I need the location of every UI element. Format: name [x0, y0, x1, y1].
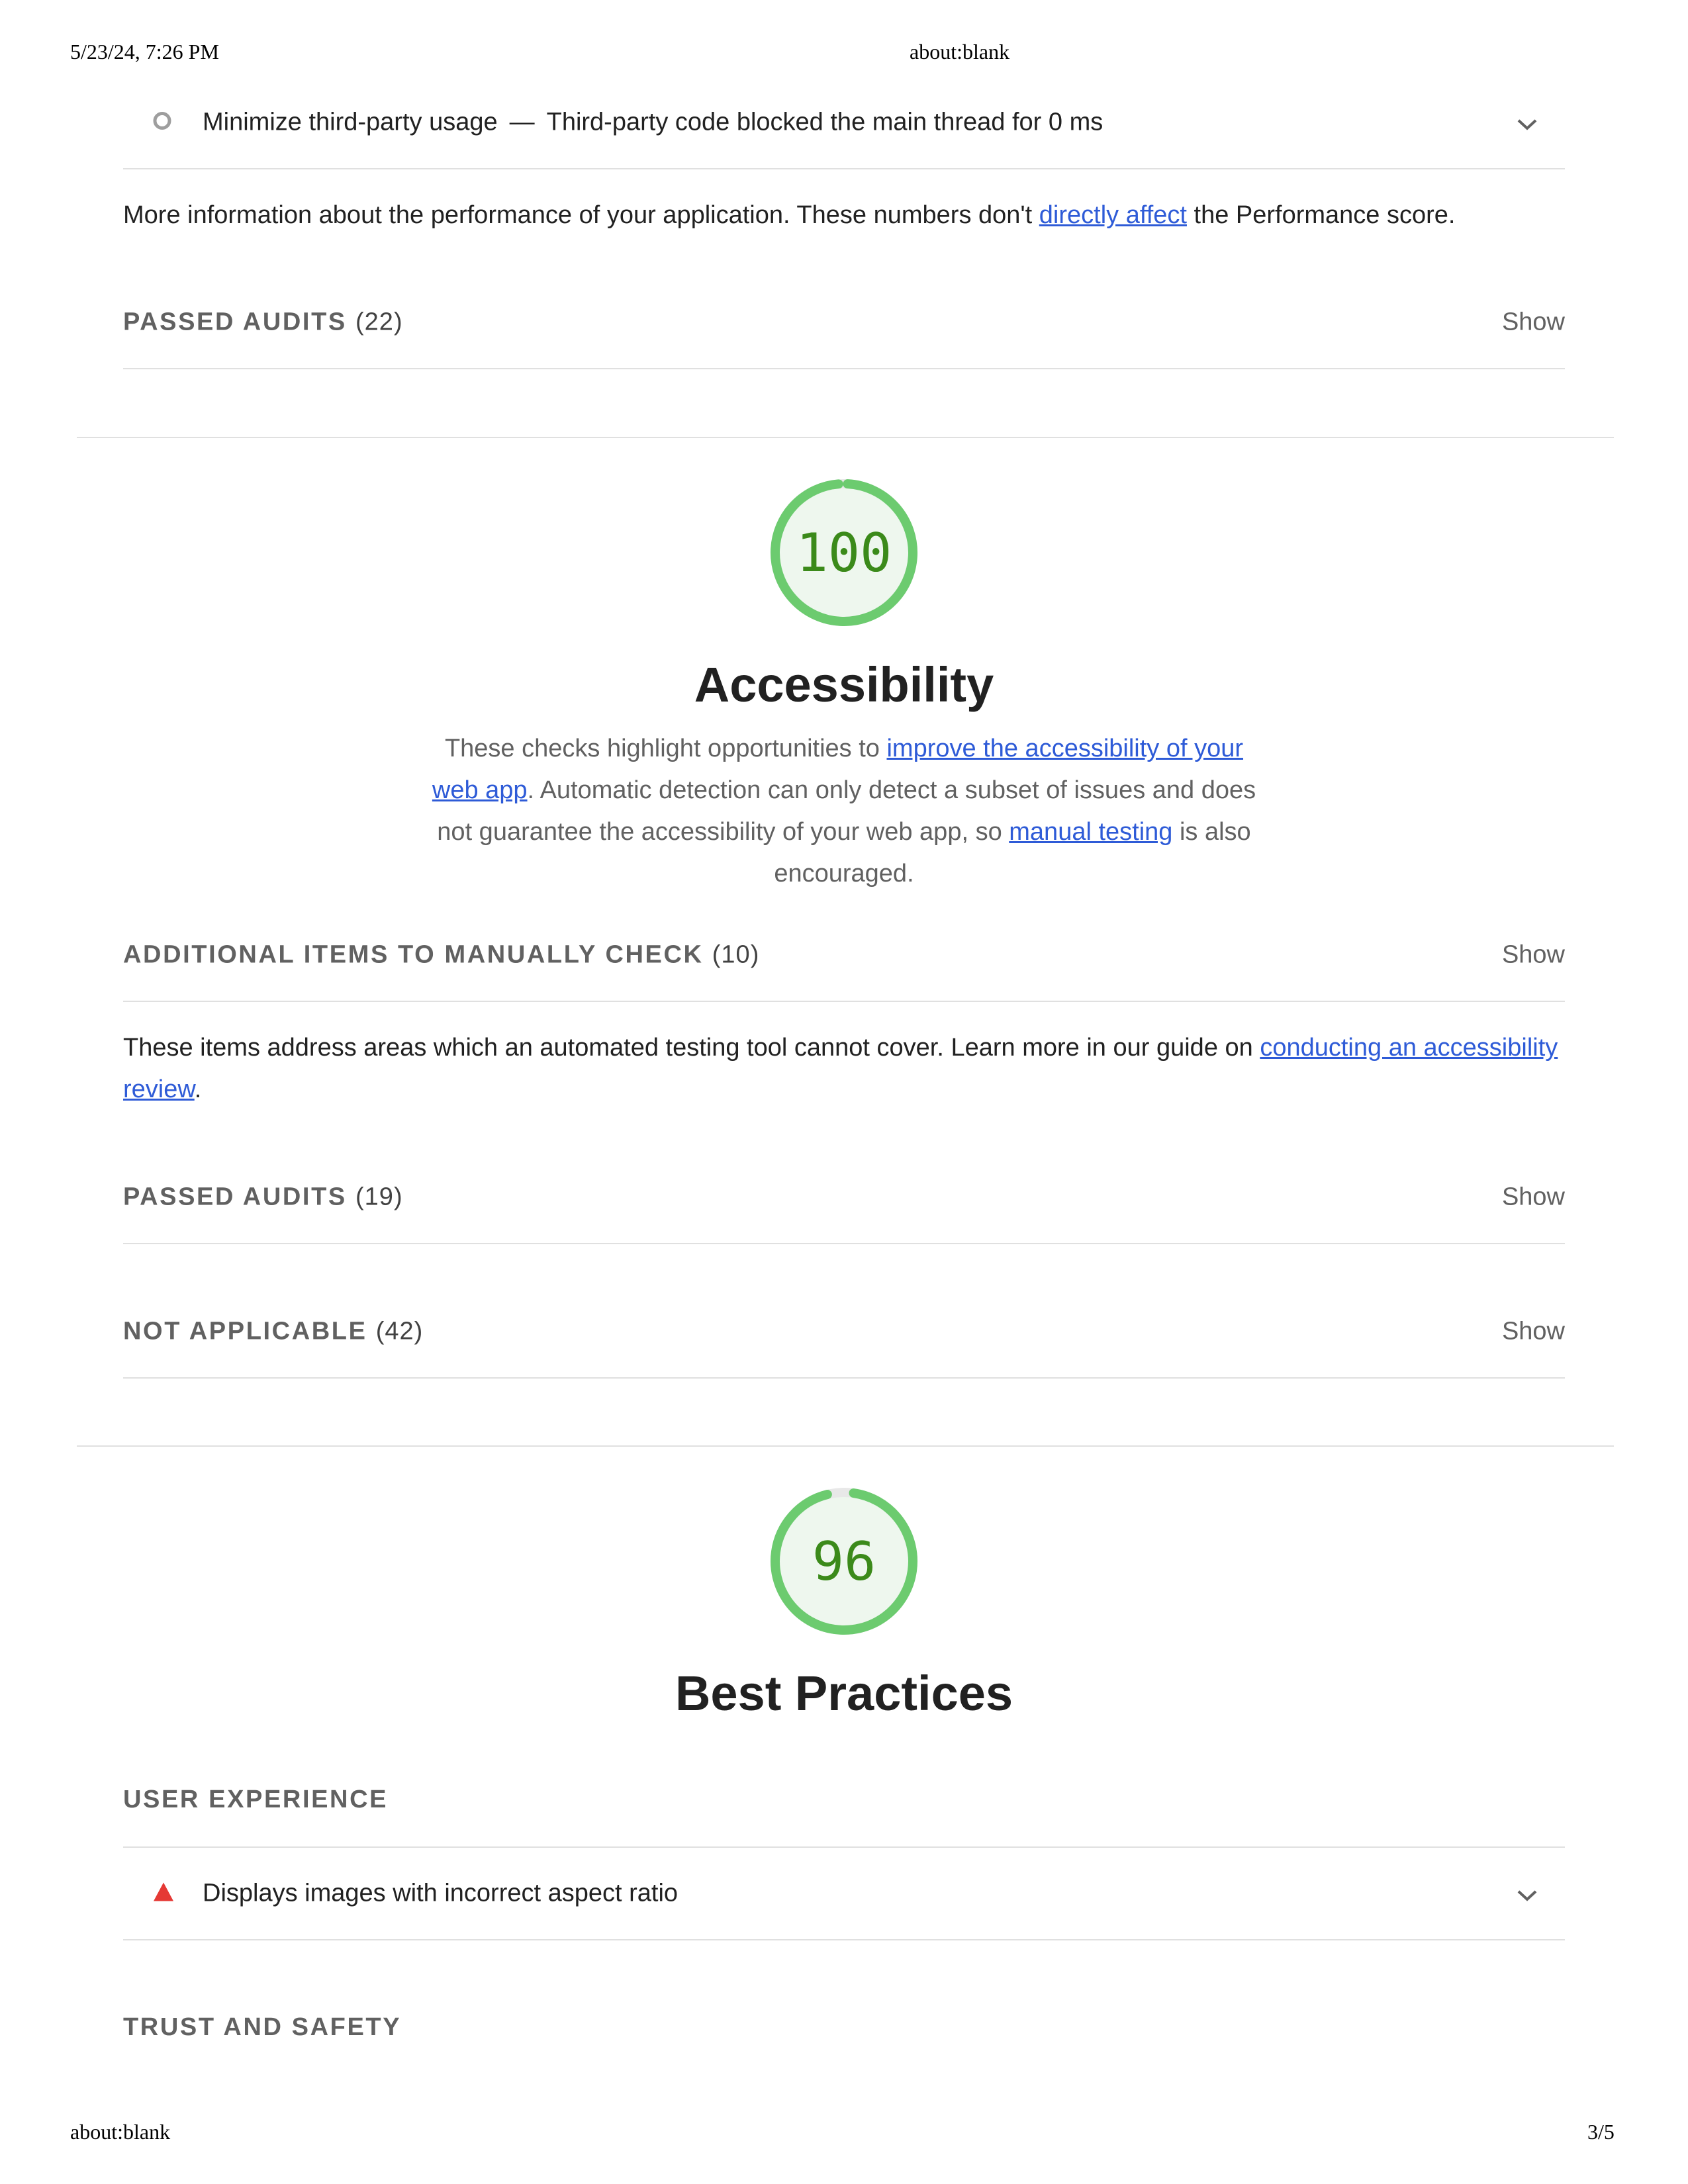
chevron-down-icon[interactable] [1516, 117, 1538, 135]
manual-check-note: These items address areas which an autom… [123, 1027, 1566, 1111]
category-divider [77, 437, 1614, 438]
manual-note-text-end: . [194, 1075, 202, 1103]
show-toggle[interactable]: Show [1502, 308, 1565, 337]
manual-note-text: These items address areas which an autom… [123, 1034, 1260, 1062]
category-divider [77, 1445, 1614, 1447]
category-title-accessibility: Accessibility [694, 657, 994, 712]
manual-check-group[interactable]: Additional items to manually check (10) … [123, 909, 1565, 1002]
category-title-best-practices: Best Practices [675, 1666, 1013, 1721]
audit-image-aspect-ratio[interactable]: Displays images with incorrect aspect ra… [123, 1848, 1565, 1940]
audit-display-value: Third-party code blocked the main thread… [546, 108, 1103, 136]
diagnostics-note: More information about the performance o… [123, 195, 1566, 236]
group-count: (10) [712, 940, 760, 969]
diagnostics-note-text: More information about the performance o… [123, 201, 1039, 229]
manual-testing-link[interactable]: manual testing [1009, 818, 1172, 846]
group-count: (42) [375, 1317, 424, 1345]
description-text: These checks highlight opportunities to [444, 735, 887, 762]
group-title: Additional items to manually check [123, 940, 704, 969]
group-title-trust-and-safety: Trust and safety [123, 2013, 402, 2041]
not-applicable-group[interactable]: Not applicable (42) Show [123, 1286, 1565, 1379]
best-practices-gauge[interactable]: 96 [769, 1486, 919, 1636]
fail-triangle-icon [152, 1882, 175, 1906]
chevron-down-icon[interactable] [1516, 1888, 1538, 1906]
gauge-score: 100 [796, 522, 892, 584]
gauge-score: 96 [812, 1530, 876, 1592]
audit-third-party-usage[interactable]: Minimize third-party usage — Third-party c… [123, 77, 1565, 169]
a11y-passed-audits-group[interactable]: Passed audits (19) Show [123, 1152, 1565, 1244]
show-toggle[interactable]: Show [1502, 1318, 1565, 1346]
audit-title: Minimize third-party usage [203, 108, 498, 136]
print-footer-url: about:blank [70, 2120, 171, 2144]
group-count: (19) [355, 1183, 403, 1211]
accessibility-description: These checks highlight opportunities to … [427, 728, 1261, 895]
accessibility-gauge[interactable]: 100 [769, 478, 919, 627]
neutral-circle-icon [152, 111, 172, 134]
print-page-number: 3/5 [1587, 2120, 1615, 2144]
show-toggle[interactable]: Show [1502, 1183, 1565, 1212]
group-title: Passed audits [123, 308, 347, 336]
diagnostics-note-text-end: the Performance score. [1186, 201, 1456, 229]
print-url: about:blank [910, 40, 1010, 64]
perf-passed-audits-group[interactable]: Passed audits (22) Show [123, 277, 1565, 369]
group-title: Not applicable [123, 1317, 367, 1345]
directly-affect-link[interactable]: directly affect [1039, 201, 1187, 229]
group-count: (22) [355, 308, 403, 336]
show-toggle[interactable]: Show [1502, 941, 1565, 970]
audit-separator: — [509, 108, 535, 136]
print-datetime: 5/23/24, 7:26 PM [70, 40, 219, 64]
group-title: Passed audits [123, 1183, 347, 1211]
audit-title: Displays images with incorrect aspect ra… [203, 1879, 679, 1907]
group-title-user-experience: User experience [123, 1786, 389, 1813]
